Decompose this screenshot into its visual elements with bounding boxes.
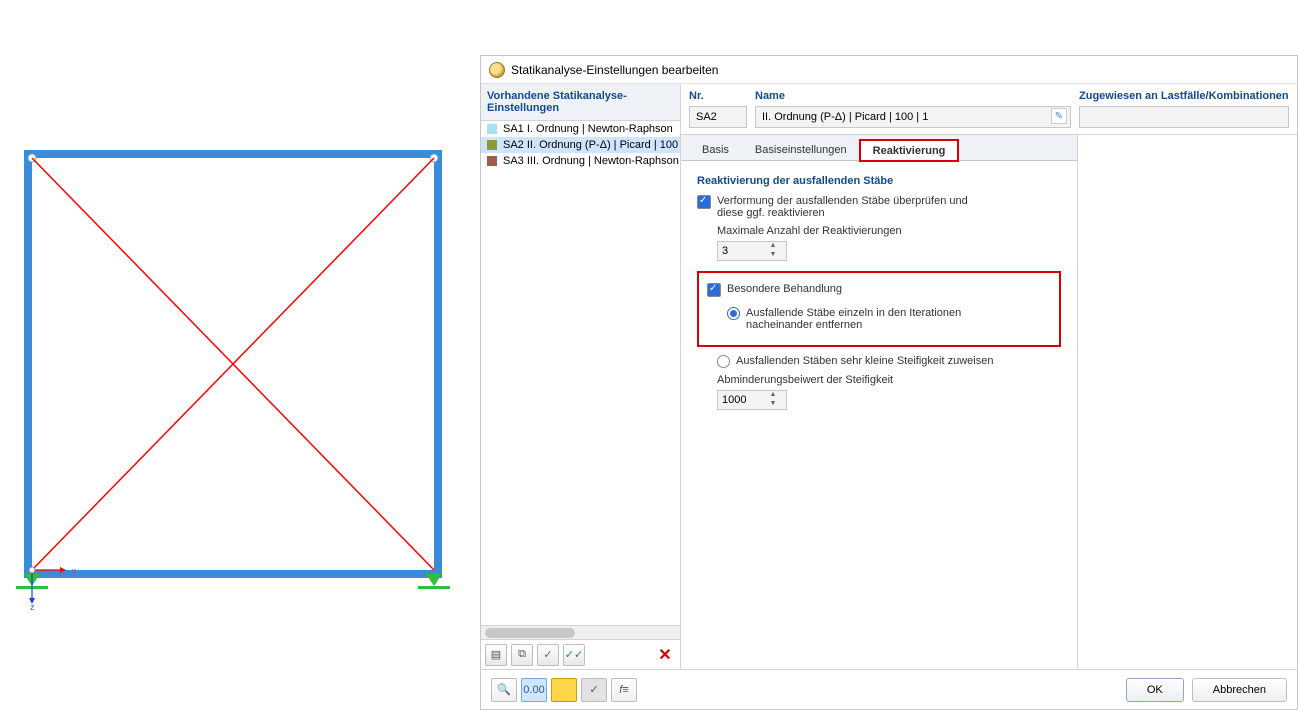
copy-button[interactable]: ⧉ [511, 644, 533, 666]
checkbox-label: Verformung der ausfallenden Stäbe überpr… [717, 195, 977, 219]
radio-label: Ausfallenden Stäben sehr kleine Steifigk… [736, 355, 993, 367]
dialog-title: Statikanalyse-Einstellungen bearbeiten [511, 63, 718, 77]
color-swatch [487, 124, 497, 134]
ok-button[interactable]: OK [1126, 678, 1184, 702]
color-swatch [487, 156, 497, 166]
settings-list[interactable]: SA1 I. Ordnung | Newton-Raphson SA2 II. … [481, 121, 680, 625]
list-item[interactable]: SA3 III. Ordnung | Newton-Raphson | 1 [481, 153, 680, 169]
new-button[interactable]: ▤ [485, 644, 507, 666]
spin-up[interactable]: ▲ [766, 391, 780, 400]
max-reactivations-input[interactable] [718, 245, 766, 257]
list-item[interactable]: SA1 I. Ordnung | Newton-Raphson [481, 121, 680, 137]
tabstrip: Basis Basiseinstellungen Reaktivierung [681, 135, 1077, 161]
main-panel: Nr. SA2 Name II. Ordnung (P-Δ) | Picard … [681, 84, 1297, 669]
checkall-button[interactable]: ✓✓ [563, 644, 585, 666]
stiffness-factor-spinner[interactable]: ▲▼ [717, 390, 787, 410]
sidebar-toolbar: ▤ ⧉ ✓ ✓✓ ✕ [481, 639, 680, 669]
max-reactivations-spinner[interactable]: ▲▼ [717, 241, 787, 261]
spin-up[interactable]: ▲ [766, 242, 780, 251]
nr-input[interactable]: SA2 [689, 106, 747, 128]
tab-reaktivierung[interactable]: Reaktivierung [860, 140, 959, 161]
settings-dialog: Statikanalyse-Einstellungen bearbeiten V… [480, 55, 1298, 710]
assigned-input[interactable] [1079, 106, 1289, 128]
radio-small-stiffness[interactable] [717, 355, 730, 368]
color-swatch [487, 140, 497, 150]
stiffness-factor-label: Abminderungsbeiwert der Steifigkeit [717, 374, 1061, 386]
cancel-button[interactable]: Abbrechen [1192, 678, 1287, 702]
delete-button[interactable]: ✕ [654, 644, 676, 666]
assigned-label: Zugewiesen an Lastfälle/Kombinationen [1079, 90, 1289, 106]
axis-x-label: x [72, 566, 77, 576]
nr-label: Nr. [689, 90, 747, 106]
special-treatment-group: Besondere Behandlung Ausfallende Stäbe e… [697, 271, 1061, 347]
assigned-panel [1077, 135, 1297, 669]
form-body: Reaktivierung der ausfallenden Stäbe Ver… [681, 161, 1077, 669]
check-button[interactable]: ✓ [537, 644, 559, 666]
list-item-label: SA3 III. Ordnung | Newton-Raphson | 1 [503, 155, 680, 167]
sidebar-header: Vorhandene Statikanalyse-Einstellungen [481, 84, 680, 121]
section-title: Reaktivierung der ausfallenden Stäbe [697, 175, 1061, 187]
list-item[interactable]: SA2 II. Ordnung (P-Δ) | Picard | 100 | 1 [481, 137, 680, 153]
tab-basis[interactable]: Basis [689, 139, 742, 160]
horizontal-scrollbar[interactable] [481, 625, 680, 639]
apply-icon[interactable]: ✓ [581, 678, 607, 702]
axis-z-label: z [30, 602, 35, 610]
radio-label: Ausfallende Stäbe einzeln in den Iterati… [746, 307, 1006, 331]
help-icon[interactable]: 🔍 [491, 678, 517, 702]
dialog-bottom-bar: 🔍 0.00 ✓ f≡ OK Abbrechen [481, 669, 1297, 709]
checkbox-verify-deformation[interactable] [697, 195, 711, 209]
stiffness-factor-input[interactable] [718, 394, 766, 406]
dialog-titlebar: Statikanalyse-Einstellungen bearbeiten [481, 56, 1297, 84]
spin-down[interactable]: ▼ [766, 251, 780, 260]
tab-basiseinstellungen[interactable]: Basiseinstellungen [742, 139, 860, 160]
edit-name-icon[interactable]: ✎ [1051, 108, 1067, 124]
name-input[interactable]: II. Ordnung (P-Δ) | Picard | 100 | 1 [755, 106, 1071, 128]
max-reactivations-label: Maximale Anzahl der Reaktivierungen [717, 225, 1061, 237]
checkbox-label: Besondere Behandlung [727, 283, 842, 295]
settings-list-sidebar: Vorhandene Statikanalyse-Einstellungen S… [481, 84, 681, 669]
units-icon[interactable]: 0.00 [521, 678, 547, 702]
script-icon[interactable]: f≡ [611, 678, 637, 702]
model-viewport: x z [0, 0, 480, 685]
checkbox-special-treatment[interactable] [707, 283, 721, 297]
app-icon [489, 62, 505, 78]
structure-diagram: x z [10, 140, 450, 610]
name-label: Name [755, 90, 1071, 106]
list-item-label: SA2 II. Ordnung (P-Δ) | Picard | 100 | 1 [503, 139, 680, 151]
color-icon[interactable] [551, 678, 577, 702]
list-item-label: SA1 I. Ordnung | Newton-Raphson [503, 123, 673, 135]
spin-down[interactable]: ▼ [766, 400, 780, 409]
radio-remove-individually[interactable] [727, 307, 740, 320]
